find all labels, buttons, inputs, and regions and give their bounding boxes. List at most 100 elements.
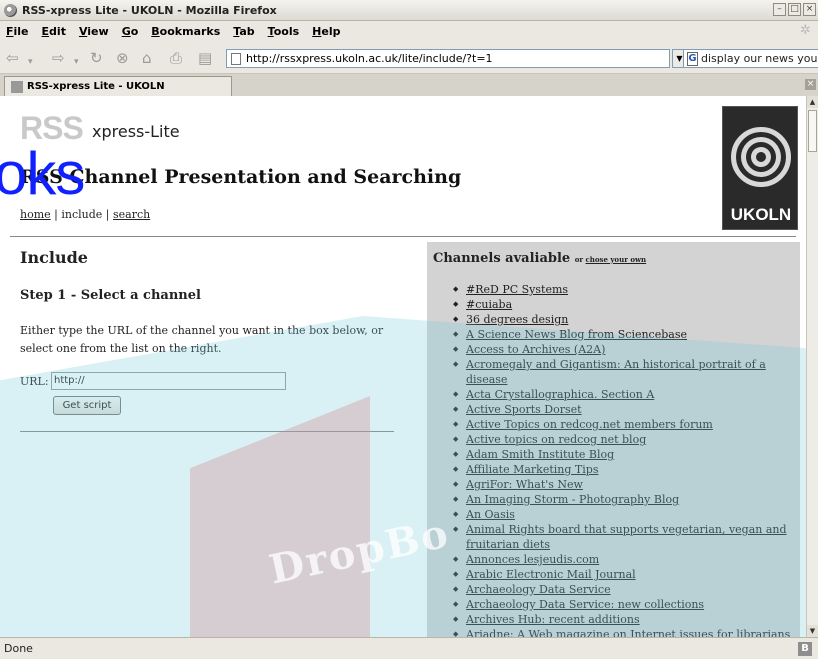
back-dropdown-icon[interactable]: ▾ xyxy=(28,53,33,71)
ukoln-eye-icon xyxy=(731,127,791,187)
instructions-text: Either type the URL of the channel you w… xyxy=(20,324,384,355)
channel-list-item: An Imaging Storm - Photography Blog xyxy=(453,492,793,507)
menu-tools[interactable]: Tools xyxy=(268,25,299,38)
tab-rss-xpress[interactable]: RSS-xpress Lite - UKOLN xyxy=(4,76,232,96)
channel-link[interactable]: Annonces lesjeudis.com xyxy=(466,553,599,566)
url-input[interactable]: http:// xyxy=(51,372,286,390)
channel-list-item: Acromegaly and Gigantism: An historical … xyxy=(453,357,793,387)
channel-list-item: An Oasis xyxy=(453,507,793,522)
channel-link[interactable]: Acromegaly and Gigantism: An historical … xyxy=(466,358,766,386)
channels-or: or chose your own xyxy=(574,255,647,264)
channel-list: #ReD PC Systems #cuiaba 36 degrees design A… xyxy=(453,282,793,637)
firefox-icon xyxy=(4,3,17,17)
ukoln-logo: UKOLN xyxy=(722,106,798,230)
menu-tab[interactable]: Tab xyxy=(233,25,254,38)
channel-link[interactable]: Active Topics on redcog.net members foru… xyxy=(466,418,713,431)
channel-link[interactable]: An Imaging Storm - Photography Blog xyxy=(466,493,679,506)
menu-bookmarks[interactable]: Bookmarks xyxy=(151,25,220,38)
channel-list-item: Archaeology Data Service: new collection… xyxy=(453,597,793,612)
vertical-scrollbar[interactable]: ▲ ▼ xyxy=(806,96,818,637)
channel-link[interactable]: Animal Rights board that supports vegeta… xyxy=(466,523,787,551)
reload-icon[interactable]: ↻ xyxy=(90,49,103,67)
url-label: URL: xyxy=(20,375,49,388)
search-text[interactable]: display our news your xyxy=(701,52,818,65)
divider xyxy=(20,431,394,432)
scroll-down-icon[interactable]: ▼ xyxy=(807,625,818,637)
channel-link[interactable]: Archives Hub: recent additions xyxy=(466,613,640,626)
step-heading: Step 1 - Select a channel xyxy=(20,288,201,303)
channel-link[interactable]: Arabic Electronic Mail Journal xyxy=(466,568,636,581)
channel-link[interactable]: A Science News Blog from Sciencebase xyxy=(466,328,687,341)
maximize-icon[interactable]: □ xyxy=(788,3,801,16)
window-controls: – □ × xyxy=(773,3,816,16)
google-icon[interactable]: G xyxy=(687,51,699,66)
channel-list-item: Affiliate Marketing Tips xyxy=(453,462,793,477)
channel-link[interactable]: Acta Crystallographica. Section A xyxy=(466,388,654,401)
channel-list-item: Archaeology Data Service xyxy=(453,582,793,597)
channel-link[interactable]: Archaeology Data Service xyxy=(466,583,611,596)
minimize-icon[interactable]: – xyxy=(773,3,786,16)
channel-link[interactable]: Adam Smith Institute Blog xyxy=(466,448,614,461)
tab-label: RSS-xpress Lite - UKOLN xyxy=(27,81,165,92)
channel-list-item: Animal Rights board that supports vegeta… xyxy=(453,522,793,552)
menu-help[interactable]: Help xyxy=(312,25,340,38)
address-url[interactable]: http://rssxpress.ukoln.ac.uk/lite/includ… xyxy=(246,52,493,65)
ukoln-logo-text: UKOLN xyxy=(730,205,792,224)
include-heading: Include xyxy=(20,248,88,267)
tab-close-icon[interactable]: × xyxy=(805,79,816,90)
channel-link[interactable]: Ariadne: A Web magazine on Internet issu… xyxy=(466,628,790,637)
choose-own-link[interactable]: chose your own xyxy=(586,255,647,264)
back-icon[interactable]: ⇦ xyxy=(6,49,19,67)
get-script-button[interactable]: Get script xyxy=(53,396,121,415)
print-icon[interactable]: ⎙ xyxy=(170,49,182,67)
channel-link[interactable]: Archaeology Data Service: new collection… xyxy=(466,598,704,611)
channel-link[interactable]: An Oasis xyxy=(466,508,515,521)
logo-xpress-text: xpress-Lite xyxy=(92,122,180,141)
menu-view[interactable]: View xyxy=(79,25,109,38)
forward-dropdown-icon[interactable]: ▾ xyxy=(74,53,79,71)
channel-list-item: AgriFor: What's New xyxy=(453,477,793,492)
menu-edit[interactable]: Edit xyxy=(42,25,66,38)
search-box[interactable]: G display our news your xyxy=(683,49,818,68)
channel-link[interactable]: Access to Archives (A2A) xyxy=(466,343,605,356)
page-viewport: RSS xpress-Lite RSS Channel Presentation… xyxy=(0,96,806,637)
stop-icon[interactable]: ⊗ xyxy=(116,49,129,67)
channel-list-item: Active topics on redcog net blog xyxy=(453,432,793,447)
channel-link[interactable]: AgriFor: What's New xyxy=(466,478,583,491)
channel-list-item: #ReD PC Systems xyxy=(453,282,793,297)
status-bar: Done B xyxy=(0,637,818,659)
channel-list-item: A Science News Blog from Sciencebase xyxy=(453,327,793,342)
address-bar[interactable]: http://rssxpress.ukoln.ac.uk/lite/includ… xyxy=(226,49,670,68)
menu-bar: File Edit View Go Bookmarks Tab Tools He… xyxy=(0,21,818,42)
menu-go[interactable]: Go xyxy=(122,25,139,38)
nav-search-link[interactable]: search xyxy=(113,208,150,221)
home-icon[interactable]: ⌂ xyxy=(142,49,152,67)
channel-link[interactable]: #ReD PC Systems xyxy=(466,283,568,296)
channel-list-item: Adam Smith Institute Blog xyxy=(453,447,793,462)
channel-list-item: Acta Crystallographica. Section A xyxy=(453,387,793,402)
channels-heading: Channels avaliable or chose your own xyxy=(433,251,646,266)
status-icon[interactable]: B xyxy=(798,642,812,656)
channel-link[interactable]: Active topics on redcog net blog xyxy=(466,433,646,446)
throbber-icon: ✲ xyxy=(800,23,811,38)
channel-list-item: #cuiaba xyxy=(453,297,793,312)
tab-bar: RSS-xpress Lite - UKOLN × xyxy=(0,74,818,96)
channel-link[interactable]: Active Sports Dorset xyxy=(466,403,582,416)
page-title: RSS Channel Presentation and Searching xyxy=(20,166,462,188)
channels-panel: Channels avaliable or chose your own #Re… xyxy=(427,242,800,637)
status-text: Done xyxy=(4,642,33,655)
divider xyxy=(10,236,796,237)
nav-include-current: include xyxy=(61,208,103,221)
channel-link[interactable]: Affiliate Marketing Tips xyxy=(466,463,598,476)
print-preview-icon[interactable]: ▤ xyxy=(198,49,212,67)
title-bar: RSS-xpress Lite - UKOLN - Mozilla Firefo… xyxy=(0,0,818,21)
scroll-thumb[interactable] xyxy=(808,110,817,152)
forward-icon[interactable]: ⇨ xyxy=(52,49,65,67)
channel-list-item: 36 degrees design xyxy=(453,312,793,327)
scroll-up-icon[interactable]: ▲ xyxy=(807,96,818,108)
channel-link[interactable]: 36 degrees design xyxy=(466,313,568,326)
channel-link[interactable]: #cuiaba xyxy=(466,298,512,311)
nav-home-link[interactable]: home xyxy=(20,208,51,221)
menu-file[interactable]: File xyxy=(6,25,29,38)
close-icon[interactable]: × xyxy=(803,3,816,16)
